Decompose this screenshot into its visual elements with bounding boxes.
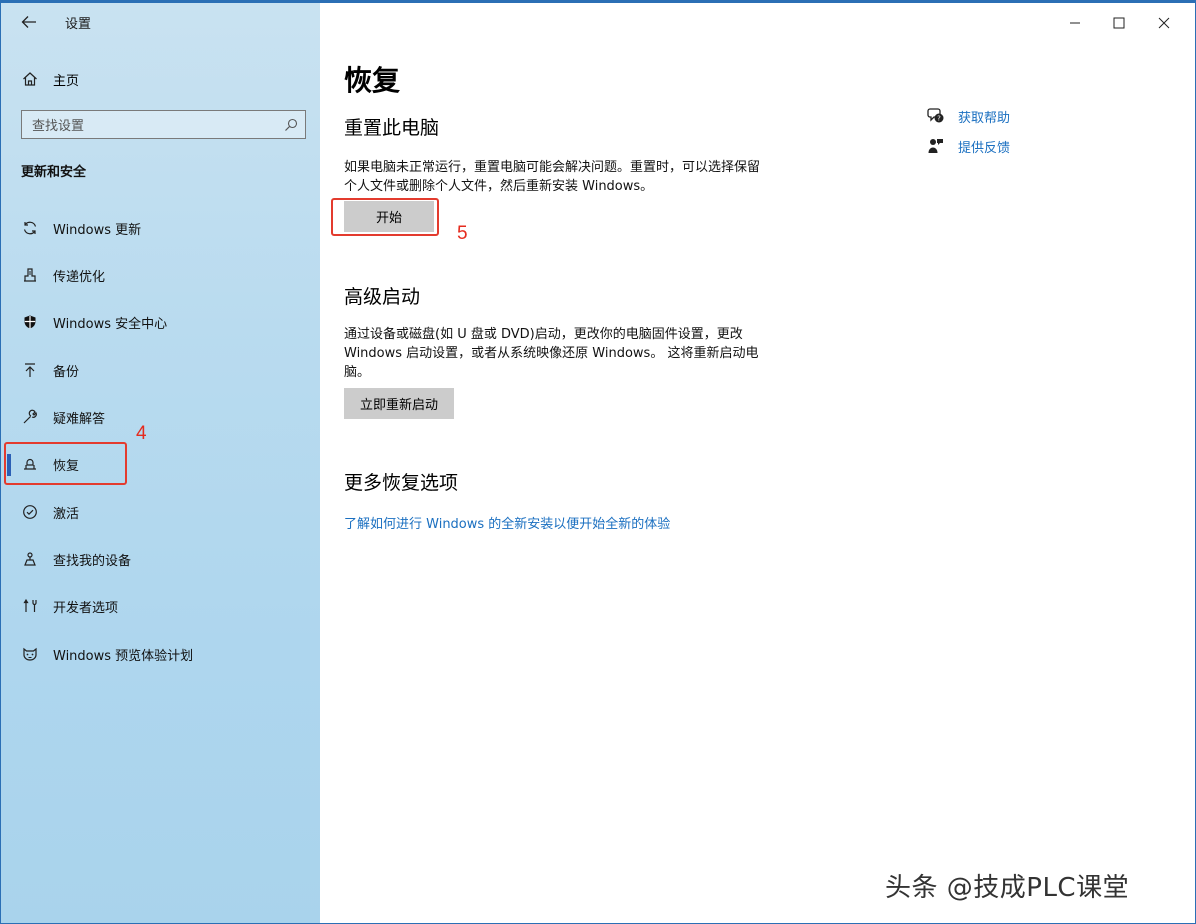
annotation-box-step5 (331, 198, 439, 236)
feedback-icon (926, 136, 946, 156)
get-help-label: 获取帮助 (958, 110, 1011, 126)
close-button[interactable] (1142, 9, 1186, 37)
sidebar-item-label: 查找我的设备 (53, 553, 132, 569)
sidebar-item-windows-security[interactable]: Windows 安全中心 (1, 302, 320, 342)
sidebar-item-label: 疑难解答 (53, 411, 106, 427)
watermark: 头条 @技成PLC课堂 (885, 873, 1130, 903)
section-title: 更新和安全 (21, 165, 87, 180)
back-arrow-icon (21, 16, 36, 28)
reset-description-line: 如果电脑未正常运行，重置电脑可能会解决问题。重置时，可以选择保留 (344, 160, 761, 175)
reset-description-line: 个人文件或删除个人文件，然后重新安装 Windows。 (344, 179, 654, 194)
insider-cat-icon (21, 645, 39, 663)
maximize-button[interactable] (1097, 9, 1141, 37)
sidebar-item-label: 激活 (53, 506, 80, 522)
sidebar-item-label: Windows 安全中心 (53, 316, 168, 332)
title-bar: 设置 (1, 3, 320, 41)
developer-tools-icon (21, 597, 39, 615)
page-title: 恢复 (344, 64, 401, 97)
maximize-icon (1113, 17, 1125, 29)
annotation-step5: 5 (457, 223, 468, 244)
sidebar-item-delivery-optimization[interactable]: 传递优化 (1, 255, 320, 295)
get-help-link[interactable]: ? 获取帮助 (926, 105, 1010, 127)
advanced-description-line: 脑。 (344, 365, 371, 380)
sidebar-item-find-my-device[interactable]: 查找我的设备 (1, 539, 320, 579)
annotation-step4: 4 (136, 423, 147, 444)
find-device-icon (21, 550, 39, 568)
sidebar-item-label: Windows 更新 (53, 222, 142, 238)
reset-heading: 重置此电脑 (344, 117, 440, 139)
sidebar-item-label: Windows 预览体验计划 (53, 648, 194, 664)
give-feedback-link[interactable]: 提供反馈 (926, 135, 1010, 157)
sidebar-item-backup[interactable]: 备份 (1, 350, 320, 390)
sidebar-item-windows-update[interactable]: Windows 更新 (1, 208, 320, 248)
main-content: 恢复 重置此电脑 如果电脑未正常运行，重置电脑可能会解决问题。重置时，可以选择保… (320, 3, 1195, 923)
sidebar-item-troubleshoot[interactable]: 疑难解答 (1, 397, 320, 437)
sidebar-item-label: 开发者选项 (53, 600, 119, 616)
more-options-heading: 更多恢复选项 (344, 472, 459, 494)
home-label: 主页 (53, 73, 80, 89)
sync-icon (21, 219, 39, 237)
annotation-box-step4 (4, 442, 127, 485)
sidebar-item-developer-options[interactable]: 开发者选项 (1, 586, 320, 626)
back-button[interactable] (15, 9, 43, 35)
home-button[interactable]: 主页 (21, 65, 79, 93)
advanced-startup-heading: 高级启动 (344, 286, 421, 308)
shield-icon (21, 313, 39, 331)
advanced-description-line: 通过设备或磁盘(如 U 盘或 DVD)启动，更改你的电脑固件设置，更改 (344, 327, 743, 342)
sidebar-item-activation[interactable]: 激活 (1, 492, 320, 532)
backup-arrow-icon (21, 361, 39, 379)
restart-now-button[interactable]: 立即重新启动 (344, 388, 454, 419)
minimize-button[interactable] (1053, 9, 1097, 37)
sidebar-item-label: 传递优化 (53, 269, 106, 285)
clean-install-link[interactable]: 了解如何进行 Windows 的全新安装以便开始全新的体验 (344, 513, 670, 532)
minimize-icon (1070, 22, 1080, 24)
advanced-description-line: Windows 启动设置，或者从系统映像还原 Windows。 这将重新启动电 (344, 346, 759, 361)
sidebar: 设置 主页 查找设置 更新和安全 Windows 更新 传递优化 Windows… (1, 3, 320, 923)
app-title: 设置 (65, 17, 92, 32)
help-chat-icon: ? (926, 106, 946, 126)
wrench-icon (21, 408, 39, 426)
close-icon (1158, 17, 1170, 29)
search-input[interactable]: 查找设置 (21, 110, 306, 139)
sidebar-item-label: 备份 (53, 364, 80, 380)
delivery-optimization-icon (21, 266, 39, 284)
svg-text:?: ? (937, 115, 941, 123)
sidebar-item-windows-insider[interactable]: Windows 预览体验计划 (1, 634, 320, 674)
settings-window: 设置 主页 查找设置 更新和安全 Windows 更新 传递优化 Windows… (0, 0, 1196, 924)
search-icon[interactable] (277, 111, 305, 138)
home-icon (23, 72, 37, 86)
search-placeholder: 查找设置 (32, 119, 85, 134)
reset-description: 如果电脑未正常运行，重置电脑可能会解决问题。重置时，可以选择保留 个人文件或删除… (344, 158, 794, 196)
check-circle-icon (21, 503, 39, 521)
give-feedback-label: 提供反馈 (958, 140, 1011, 156)
advanced-startup-description: 通过设备或磁盘(如 U 盘或 DVD)启动，更改你的电脑固件设置，更改 Wind… (344, 325, 794, 382)
